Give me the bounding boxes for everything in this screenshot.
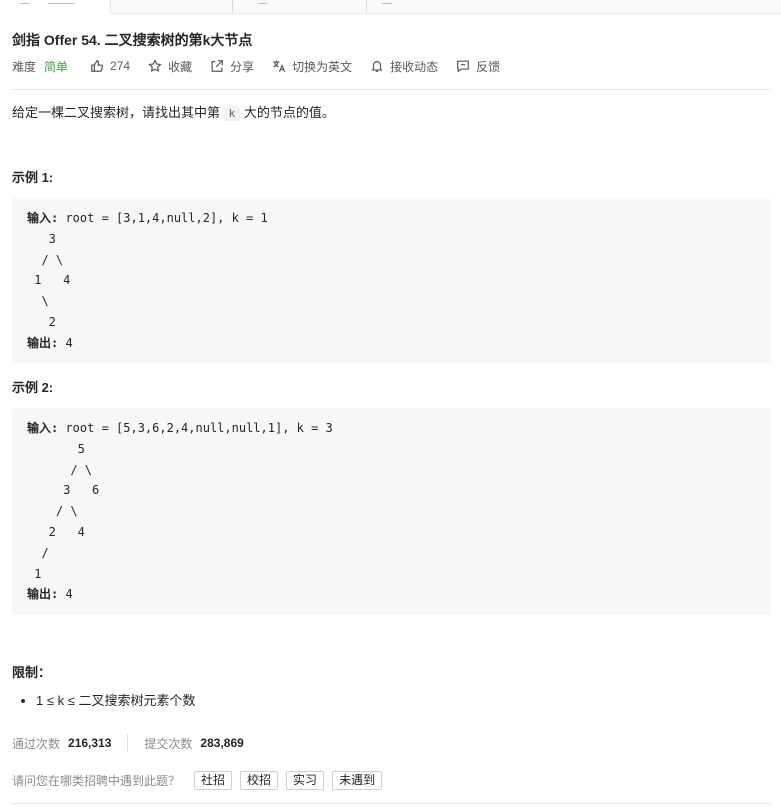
difficulty-value: 简单: [44, 59, 69, 74]
tab-separator: [366, 0, 367, 12]
description-text-after: 大的节点的值。: [243, 105, 335, 120]
share-button[interactable]: 分享: [210, 58, 254, 75]
limits-list: 1 ≤ k ≤ 二叉搜索树元素个数: [36, 692, 195, 710]
favorite-button[interactable]: 收藏: [148, 58, 192, 75]
problem-meta-bar: 难度 简单 274 收藏 分享 切换为英文 接收动态 反馈: [12, 57, 518, 75]
like-count: 274: [110, 59, 131, 73]
tab-separator: [232, 0, 233, 12]
example-1-input-label: 输入:: [27, 211, 59, 225]
survey-option-campus[interactable]: 校招: [240, 771, 279, 790]
divider: [12, 89, 771, 90]
like-button[interactable]: 274: [90, 59, 130, 73]
submission-stats: 通过次数 216,313 提交次数 283,869: [12, 734, 244, 752]
example-2-input-value: root = [5,3,6,2,4,null,null,1], k = 3: [58, 421, 333, 435]
difficulty-label: 难度: [12, 59, 37, 74]
subscribe-button[interactable]: 接收动态: [370, 58, 438, 75]
thumbs-up-icon: [91, 60, 104, 72]
example-2-input-label: 输入:: [27, 421, 59, 435]
example-2-output-label: 输出:: [27, 587, 59, 602]
limits-title: 限制：: [12, 665, 52, 680]
example-1-title: 示例 1:: [12, 170, 54, 185]
switch-language-button[interactable]: 切换为英文: [272, 58, 352, 75]
example-2-output-value: 4: [58, 587, 73, 602]
example-1-output-value: 4: [58, 335, 73, 350]
example-1-output-label: 输出:: [27, 335, 59, 350]
tab-icon-fragment: [382, 0, 392, 4]
bell-icon: [371, 61, 383, 72]
example-1-code-block: 输入: root = [3,1,4,null,2], k = 1 3 / \ 1…: [12, 198, 771, 363]
feedback-label: 反馈: [476, 59, 501, 74]
favorite-label: 收藏: [168, 59, 193, 74]
survey-option-internship[interactable]: 实习: [286, 771, 325, 790]
submitted-label: 提交次数: [144, 736, 193, 751]
divider: [12, 803, 771, 804]
example-2-pre: 输入: root = [5,3,6,2,4,null,null,1], k = …: [27, 418, 756, 605]
limits-item: 1 ≤ k ≤ 二叉搜索树元素个数: [36, 692, 195, 710]
share-icon: [211, 60, 223, 72]
tab-label-fragment: [48, 0, 74, 4]
survey-option-social[interactable]: 社招: [194, 771, 233, 790]
problem-description: 给定一棵二叉搜索树，请找出其中第 k 大的节点的值。: [12, 103, 335, 124]
tab-bar: [0, 0, 781, 14]
feedback-icon: [457, 60, 469, 73]
inline-code: k: [223, 106, 241, 121]
example-1-pre: 输入: root = [3,1,4,null,2], k = 1 3 / \ 1…: [27, 208, 756, 354]
example-1-tree: 3 / \ 1 4 \ 2: [34, 231, 71, 329]
interview-survey: 请问您在哪类招聘中遇到此题？ 社招 校招 实习 未遇到: [12, 771, 390, 790]
description-text-before: 给定一棵二叉搜索树，请找出其中第: [12, 105, 221, 120]
share-label: 分享: [230, 59, 255, 74]
example-2-tree: 5 / \ 3 6 / \ 2 4 / 1: [34, 441, 100, 581]
stats-separator: [127, 734, 129, 752]
star-icon: [148, 59, 162, 73]
submitted-value: 283,869: [200, 736, 244, 750]
example-2-title: 示例 2:: [12, 380, 54, 395]
subscribe-label: 接收动态: [390, 59, 439, 74]
problem-title: 剑指 Offer 54. 二叉搜索树的第k大节点: [12, 32, 253, 48]
survey-option-not-encountered[interactable]: 未遇到: [332, 771, 383, 790]
tab-icon-fragment: [258, 0, 268, 4]
tab-icon-fragment: [20, 0, 30, 4]
example-1-input-value: root = [3,1,4,null,2], k = 1: [58, 211, 268, 225]
survey-question: 请问您在哪类招聘中遇到此题？: [12, 774, 181, 788]
example-2-code-block: 输入: root = [5,3,6,2,4,null,null,1], k = …: [12, 408, 771, 615]
translate-icon: [273, 60, 286, 72]
switch-language-label: 切换为英文: [292, 59, 353, 74]
feedback-button[interactable]: 反馈: [456, 58, 500, 75]
accepted-value: 216,313: [68, 736, 112, 750]
accepted-label: 通过次数: [12, 736, 61, 751]
